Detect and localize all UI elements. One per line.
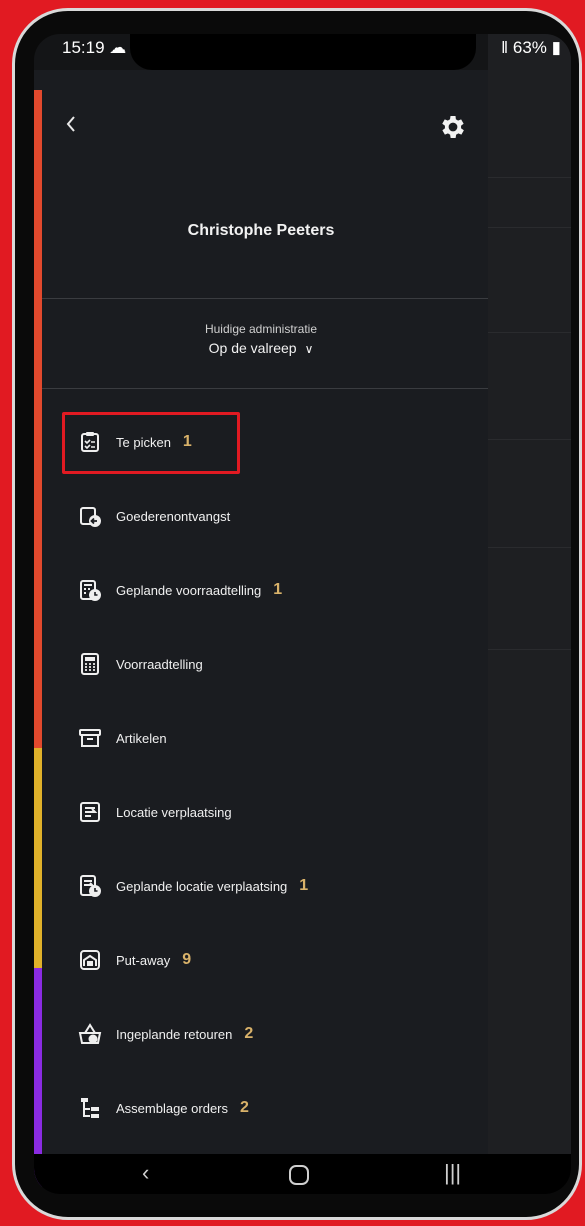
- accent-bar-orange: [34, 90, 42, 748]
- administration-selector[interactable]: Op de valreep ∨: [34, 340, 488, 356]
- menu-item-label: Assemblage orders: [116, 1100, 228, 1116]
- back-button[interactable]: [64, 114, 78, 140]
- menu-item-locatie-verplaatsing[interactable]: Locatie verplaatsing: [78, 794, 232, 830]
- clipboard-check-icon: [78, 430, 102, 454]
- menu-item-goederenontvangst[interactable]: Goederenontvangst: [78, 498, 230, 534]
- assembly-icon: [78, 1096, 102, 1120]
- menu-item-geplande-locatie-verplaatsing[interactable]: Geplande locatie verplaatsing 1: [78, 868, 308, 904]
- status-time: 15:19 ☁: [62, 38, 127, 57]
- bg-divider: [488, 227, 571, 228]
- accent-bar-yellow: [34, 748, 42, 968]
- divider: [42, 298, 488, 299]
- dimmed-background[interactable]: [488, 34, 571, 1154]
- menu-item-label: Put-away: [116, 952, 171, 968]
- bg-divider: [488, 439, 571, 440]
- menu-item-label: Locatie verplaatsing: [116, 804, 232, 820]
- menu-item-voorraadtelling[interactable]: Voorraadtelling: [78, 646, 203, 682]
- nav-recents-button[interactable]: |||: [444, 1160, 461, 1186]
- gear-icon: [442, 116, 464, 138]
- menu-item-te-picken[interactable]: Te picken 1: [78, 424, 192, 460]
- administration-label: Huidige administratie: [204, 322, 318, 336]
- nav-back-button[interactable]: ‹: [142, 1160, 149, 1186]
- nav-home-button[interactable]: [288, 1164, 310, 1192]
- calculator-icon: [78, 652, 102, 676]
- battery-level: ‖ 63% ▮: [501, 38, 561, 57]
- navigation-drawer: Christophe Peeters Huidige administratie…: [34, 70, 488, 1190]
- archive-box-icon: [78, 726, 102, 750]
- system-navigation-bar: ‹ |||: [34, 1154, 571, 1194]
- user-name: Christophe Peeters: [187, 222, 335, 239]
- count-badge: 1: [182, 433, 192, 450]
- bg-divider: [488, 547, 571, 548]
- divider: [42, 388, 488, 389]
- menu-item-label: Voorraadtelling: [116, 656, 203, 672]
- administration-value: Op de valreep: [208, 340, 297, 356]
- count-badge: 1: [273, 581, 283, 598]
- receive-goods-icon: [78, 504, 102, 528]
- chevron-left-icon: [66, 116, 75, 132]
- menu-item-label: Geplande locatie verplaatsing: [116, 878, 288, 894]
- scheduled-count-icon: [78, 578, 102, 602]
- count-badge: 1: [299, 877, 309, 894]
- menu-item-label: Geplande voorraadtelling: [116, 582, 262, 598]
- menu-item-ingeplande-retouren[interactable]: Ingeplande retouren 2: [78, 1016, 253, 1052]
- basket-return-icon: [78, 1022, 102, 1046]
- bg-divider: [488, 177, 571, 178]
- camera-notch: [130, 34, 476, 70]
- location-move-icon: [78, 800, 102, 824]
- screen: Christophe Peeters Huidige administratie…: [34, 34, 571, 1194]
- bg-divider: [488, 332, 571, 333]
- settings-button[interactable]: [438, 112, 470, 144]
- chevron-down-icon: ∨: [304, 342, 314, 356]
- menu-item-label: Goederenontvangst: [116, 508, 231, 524]
- menu-item-assemblage-orders[interactable]: Assemblage orders 2: [78, 1090, 249, 1126]
- menu-item-geplande-voorraadtelling[interactable]: Geplande voorraadtelling 1: [78, 572, 282, 608]
- bg-divider: [488, 649, 571, 650]
- count-badge: 2: [240, 1099, 249, 1116]
- count-badge: 2: [244, 1025, 254, 1042]
- warehouse-icon: [78, 948, 102, 972]
- count-badge: 9: [182, 951, 192, 968]
- menu-item-label: Te picken: [116, 434, 171, 450]
- scheduled-move-icon: [78, 874, 102, 898]
- home-icon: [289, 1165, 309, 1185]
- menu-item-label: Ingeplande retouren: [116, 1026, 233, 1042]
- menu-item-put-away[interactable]: Put-away 9: [78, 942, 191, 978]
- menu-item-artikelen[interactable]: Artikelen: [78, 720, 167, 756]
- menu-item-label: Artikelen: [116, 730, 167, 746]
